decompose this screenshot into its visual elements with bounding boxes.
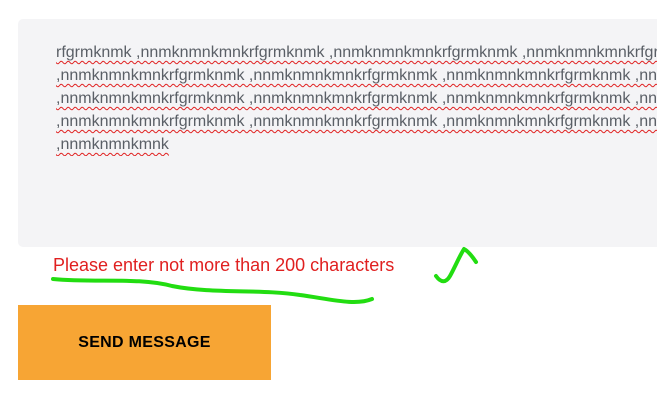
validation-error-message: Please enter not more than 200 character… (53, 255, 395, 275)
annotation-check-icon (434, 247, 478, 284)
contact-form: rfgrmknmk ,nnmknmnkmnkrfgrmknmk ,nnmknmn… (0, 0, 657, 415)
message-textarea[interactable]: rfgrmknmk ,nnmknmnkmnkrfgrmknmk ,nnmknmn… (18, 19, 657, 247)
annotation-underline-stroke (51, 277, 374, 304)
message-textarea-value[interactable]: rfgrmknmk ,nnmknmnkmnkrfgrmknmk ,nnmknmn… (56, 41, 657, 156)
send-message-button[interactable]: SEND MESSAGE (18, 305, 271, 380)
